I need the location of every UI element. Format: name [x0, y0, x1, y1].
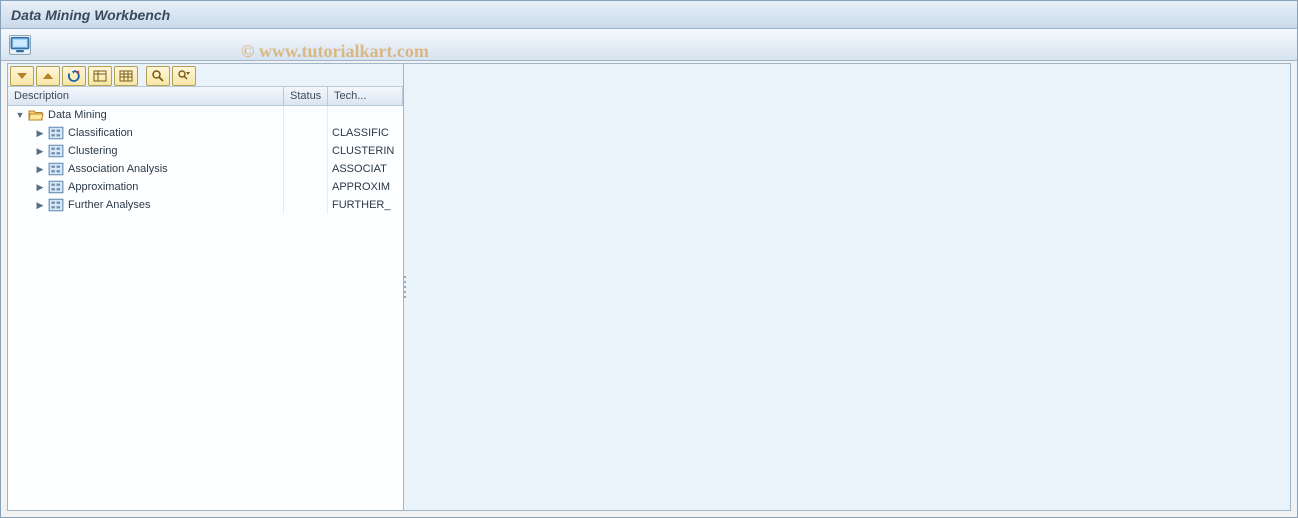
tree-row[interactable]: ▶ Further Analyses FURTHER_ [8, 196, 403, 214]
find-next-icon [177, 69, 191, 83]
tree-node-label: Approximation [68, 181, 138, 193]
tree-node-label: Clustering [68, 145, 118, 157]
tree-row-root[interactable]: ▼ Data Mining [8, 106, 403, 124]
expand-all-icon [15, 69, 29, 83]
tree-header: Description Status Tech... [8, 86, 403, 106]
object-icon [48, 180, 64, 194]
column-header-description[interactable]: Description [8, 87, 284, 105]
content-area: Description Status Tech... ▼ Data Mining [7, 63, 1291, 511]
column-config-icon [119, 69, 133, 83]
column-config-button[interactable] [114, 66, 138, 86]
tree-row[interactable]: ▶ Association Analysis ASSOCIAT [8, 160, 403, 178]
collapse-all-button[interactable] [36, 66, 60, 86]
display-icon [10, 35, 30, 55]
splitter-handle[interactable] [403, 275, 407, 299]
tree-node-label: Classification [68, 127, 133, 139]
find-next-button[interactable] [172, 66, 196, 86]
display-button[interactable] [9, 35, 31, 55]
collapse-all-icon [41, 69, 55, 83]
tree-node-tech: ASSOCIAT [328, 163, 403, 175]
tree-row[interactable]: ▶ Classification CLASSIFIC [8, 124, 403, 142]
object-icon [48, 198, 64, 212]
app-window: Data Mining Workbench [0, 0, 1298, 518]
left-pane: Description Status Tech... ▼ Data Mining [8, 64, 404, 510]
object-icon [48, 162, 64, 176]
expander-collapse-icon[interactable]: ▼ [14, 109, 26, 121]
tree-node-label: Data Mining [48, 109, 107, 121]
find-icon [151, 69, 165, 83]
object-icon [48, 144, 64, 158]
column-header-status[interactable]: Status [284, 87, 328, 105]
right-pane [404, 64, 1290, 510]
tree-node-tech: CLUSTERIN [328, 145, 403, 157]
expander-expand-icon[interactable]: ▶ [34, 145, 46, 157]
tree-node-tech: FURTHER_ [328, 199, 403, 211]
expander-expand-icon[interactable]: ▶ [34, 199, 46, 211]
folder-open-icon [28, 108, 44, 122]
app-toolbar [1, 29, 1297, 61]
tree-toolbar [8, 64, 403, 86]
tree-node-label: Association Analysis [68, 163, 168, 175]
refresh-icon [67, 69, 81, 83]
object-icon [48, 126, 64, 140]
tree-node-label: Further Analyses [68, 199, 151, 211]
select-layout-icon [93, 69, 107, 83]
titlebar: Data Mining Workbench [1, 1, 1297, 29]
column-header-tech[interactable]: Tech... [328, 87, 403, 105]
select-layout-button[interactable] [88, 66, 112, 86]
expand-all-button[interactable] [10, 66, 34, 86]
tree-row[interactable]: ▶ Clustering CLUSTERIN [8, 142, 403, 160]
expander-expand-icon[interactable]: ▶ [34, 163, 46, 175]
page-title: Data Mining Workbench [11, 7, 170, 23]
refresh-button[interactable] [62, 66, 86, 86]
find-button[interactable] [146, 66, 170, 86]
expander-expand-icon[interactable]: ▶ [34, 127, 46, 139]
tree-row[interactable]: ▶ Approximation APPROXIM [8, 178, 403, 196]
tree-node-tech: APPROXIM [328, 181, 403, 193]
tree-body[interactable]: ▼ Data Mining ▶ [8, 106, 403, 510]
tree-node-tech: CLASSIFIC [328, 127, 403, 139]
expander-expand-icon[interactable]: ▶ [34, 181, 46, 193]
